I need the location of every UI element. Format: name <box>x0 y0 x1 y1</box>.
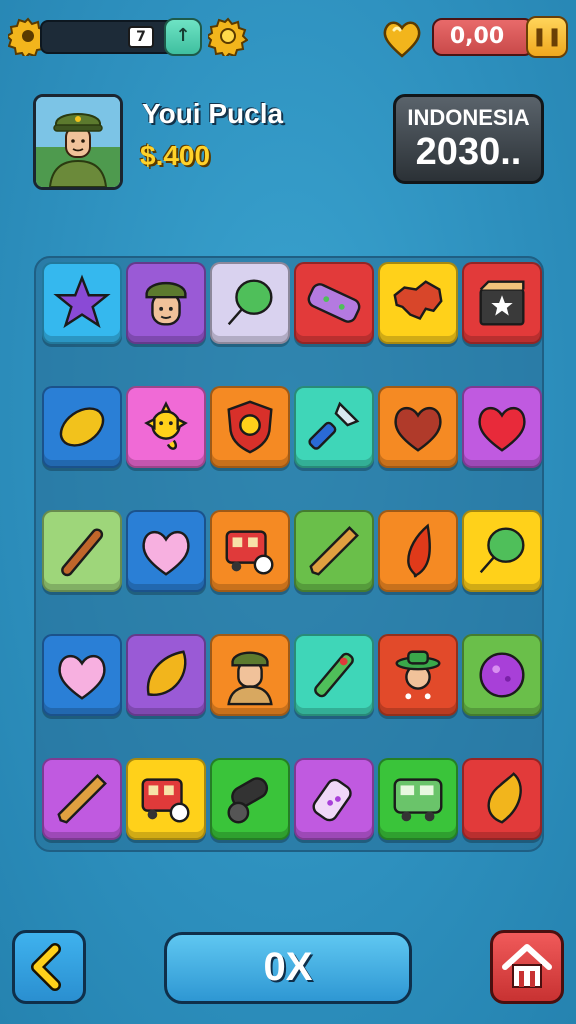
ball-icon <box>479 652 525 698</box>
heart-icon <box>142 530 190 576</box>
bandage-icon <box>307 283 361 323</box>
game-tile[interactable] <box>378 262 458 344</box>
heart-icon <box>58 654 106 700</box>
flashlight-icon <box>308 401 360 450</box>
game-tile[interactable] <box>126 262 206 344</box>
soldier-face-icon <box>145 281 187 326</box>
country-year: 2030.. <box>415 131 522 173</box>
game-tile[interactable] <box>294 510 374 592</box>
coin-balance: $.400 <box>140 140 211 171</box>
game-tile[interactable] <box>378 510 458 592</box>
game-tile[interactable] <box>294 634 374 716</box>
game-tile[interactable] <box>462 510 542 592</box>
balloon-icon <box>227 279 273 326</box>
game-tile[interactable] <box>126 758 206 840</box>
game-tile[interactable] <box>378 758 458 840</box>
heart-gem-icon <box>380 16 424 64</box>
player-avatar[interactable] <box>33 94 123 190</box>
game-tile[interactable] <box>210 386 290 468</box>
game-tile[interactable] <box>126 510 206 592</box>
game-tile[interactable] <box>462 262 542 344</box>
lemon-icon <box>59 407 105 447</box>
game-tile[interactable] <box>210 634 290 716</box>
map-icon <box>393 280 443 321</box>
back-button[interactable] <box>12 930 86 1004</box>
money-display: 0,00 <box>432 18 534 56</box>
heart-icon <box>478 406 526 452</box>
country-panel: INDONESIA 2030.. <box>393 94 544 184</box>
game-tile[interactable] <box>378 386 458 468</box>
cone-icon <box>309 526 359 576</box>
game-tile[interactable] <box>210 510 290 592</box>
level-number: 7 <box>128 26 154 48</box>
home-button[interactable] <box>490 930 564 1004</box>
sun-creature-icon <box>144 401 188 450</box>
game-tile[interactable] <box>42 262 122 344</box>
hat-person-icon <box>395 650 441 700</box>
arrow-up-icon: ↑ <box>175 25 191 46</box>
game-tile[interactable] <box>462 386 542 468</box>
cone-icon <box>57 774 107 824</box>
pause-button[interactable]: ❚❚ <box>526 16 568 58</box>
chili-icon <box>407 523 431 578</box>
game-tile[interactable] <box>294 262 374 344</box>
marker-icon <box>314 652 354 698</box>
game-tile[interactable] <box>294 758 374 840</box>
bus-icon <box>393 778 443 822</box>
game-tile[interactable] <box>462 634 542 716</box>
bus-ball-icon <box>225 530 274 575</box>
bus-ball-icon <box>141 778 190 823</box>
home-icon <box>502 944 552 988</box>
country-name: INDONESIA <box>407 105 530 130</box>
game-tile[interactable] <box>42 386 122 468</box>
leaf-icon <box>146 650 187 696</box>
chevron-left-icon <box>31 943 61 991</box>
game-tile[interactable] <box>378 634 458 716</box>
level-up-button[interactable]: ↑ <box>164 18 202 56</box>
ok-button[interactable]: 0X <box>164 932 412 1004</box>
game-tile[interactable] <box>210 262 290 344</box>
shield-emblem-icon <box>227 400 273 454</box>
game-tile[interactable] <box>462 758 542 840</box>
shell-icon <box>487 772 522 824</box>
game-tile[interactable] <box>210 758 290 840</box>
star-icon <box>53 274 111 329</box>
game-tile[interactable] <box>294 386 374 468</box>
player-name: Youi Pucla <box>142 98 284 129</box>
bottle-icon <box>312 778 352 822</box>
sun-gear-icon[interactable] <box>205 16 249 60</box>
game-tile[interactable] <box>42 510 122 592</box>
pause-icon: ❚❚ <box>531 26 563 47</box>
game-tile[interactable] <box>126 386 206 468</box>
heart-icon <box>394 406 442 452</box>
game-board <box>34 256 544 852</box>
soldier-icon <box>227 651 273 706</box>
game-tile[interactable] <box>42 758 122 840</box>
game-tile[interactable] <box>126 634 206 716</box>
stick-icon <box>61 528 104 577</box>
box-star-icon <box>479 280 525 326</box>
cannon-icon <box>227 777 269 824</box>
balloon-icon <box>479 527 525 574</box>
game-tile[interactable] <box>42 634 122 716</box>
